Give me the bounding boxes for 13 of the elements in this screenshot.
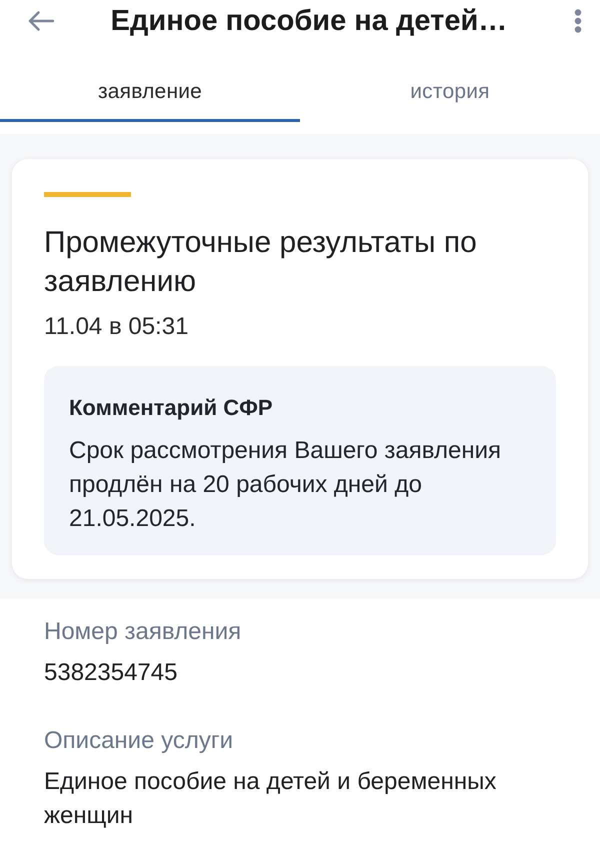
card-title: Промежуточные результаты по заявлению: [44, 225, 478, 300]
comment-title: Комментарий СФР: [69, 394, 274, 422]
comment-text: Срок рассмотрения Вашего заявления продлён на 20 рабочих дней до 21.05.2025.: [69, 436, 502, 534]
tab[interactable]: заявление: [0, 70, 300, 122]
tab[interactable]: история: [300, 70, 600, 122]
screen-title: Единое пособие на детей…: [110, 4, 508, 39]
field-value: 5382354745: [44, 658, 178, 688]
field-label: Описание услуги: [44, 726, 234, 756]
back-arrow-icon[interactable]: [28, 11, 54, 31]
more-menu-icon[interactable]: [574, 9, 582, 33]
field-value: Единое пособие на детей и беременных женщин: [44, 767, 498, 831]
field-label: Номер заявления: [44, 617, 242, 647]
date-time-text: 11.04 в 05:31: [44, 312, 190, 342]
